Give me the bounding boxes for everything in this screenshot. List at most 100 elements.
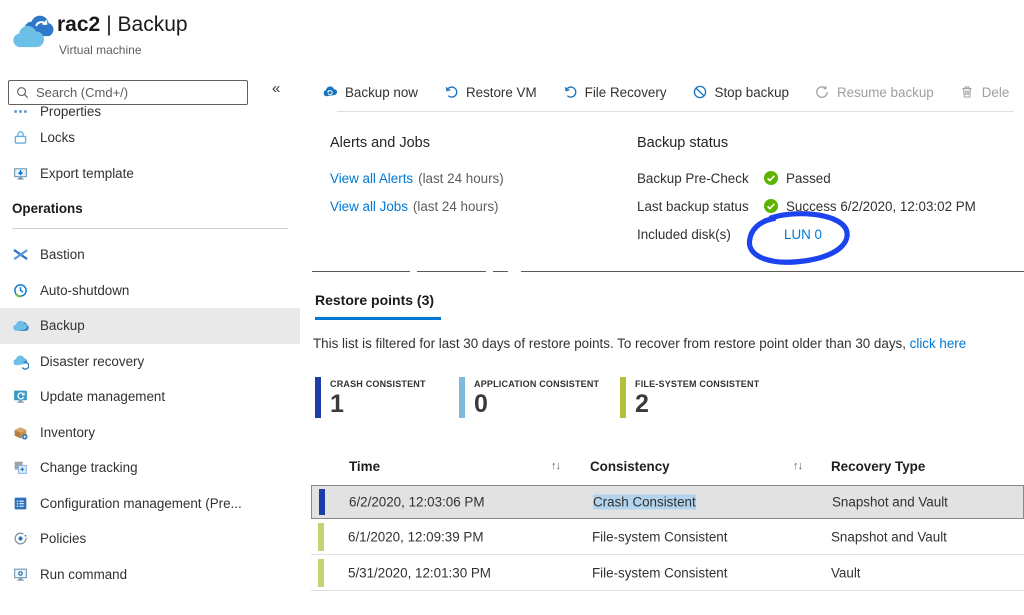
- status-value: Passed: [786, 171, 831, 186]
- sort-icon[interactable]: ↑↓: [551, 460, 560, 472]
- command-bar: Backup now Restore VM File Recovery Stop ba…: [322, 79, 1024, 105]
- view-all-alerts-link[interactable]: View all Alerts: [330, 171, 413, 186]
- tab-active-underline: [315, 317, 441, 320]
- sidebar-item-label: Disaster recovery: [40, 354, 144, 369]
- sidebar-item-bastion[interactable]: Bastion: [0, 237, 300, 273]
- sidebar-item-label: Configuration management (Pre...: [40, 496, 242, 511]
- status-label: Included disk(s): [637, 227, 763, 242]
- cell-time: 6/2/2020, 12:03:06 PM: [349, 495, 485, 510]
- toolbar-divider: [337, 111, 1014, 112]
- stat-tile-file-system-consistent: FILE-SYSTEM CONSISTENT2: [620, 377, 759, 419]
- sidebar-search: [8, 80, 248, 105]
- disaster-recovery-icon: [12, 353, 29, 370]
- section-divider: [312, 271, 410, 272]
- cell-time: 5/31/2020, 12:01:30 PM: [348, 566, 491, 581]
- stat-tile-application-consistent: APPLICATION CONSISTENT0: [459, 377, 599, 419]
- column-header-recovery-type[interactable]: Recovery Type: [831, 459, 925, 474]
- sidebar-item-configuration-management-pre[interactable]: Configuration management (Pre...: [0, 486, 300, 522]
- toolbar-button-label: Restore VM: [466, 85, 537, 100]
- tab-restore-points[interactable]: Restore points (3): [315, 292, 434, 308]
- sidebar-item-properties[interactable]: Properties: [0, 104, 300, 120]
- view-all-jobs-link[interactable]: View all Jobs: [330, 199, 408, 214]
- consistency-color-bar: [319, 489, 325, 515]
- sidebar-item-label: Locks: [40, 130, 75, 145]
- change-tracking-icon: [12, 459, 29, 476]
- table-header: Time ↑↓ Consistency ↑↓ Recovery Type: [311, 450, 1024, 483]
- stat-label: APPLICATION CONSISTENT: [474, 379, 599, 389]
- configuration-management-icon: [12, 495, 29, 512]
- policies-icon: [12, 530, 29, 547]
- alerts-row: View all Jobs (last 24 hours): [330, 196, 499, 216]
- filter-note-text: This list is filtered for last 30 days o…: [313, 336, 910, 351]
- link-suffix: (last 24 hours): [413, 199, 499, 214]
- inventory-icon: [12, 424, 29, 441]
- export-template-icon: [12, 165, 29, 182]
- sidebar: Properties Locks Export template Operation…: [0, 104, 300, 592]
- search-input[interactable]: [36, 85, 241, 100]
- bastion-icon: [12, 246, 29, 263]
- cell-recovery-type: Vault: [831, 566, 861, 581]
- azure-backup-page: rac2| Backup Virtual machine « Propertie…: [0, 0, 1024, 615]
- cell-consistency: Crash Consistent: [593, 495, 696, 510]
- restore-point-row[interactable]: 6/1/2020, 12:09:39 PM File-system Consist…: [311, 520, 1024, 555]
- lock-icon: [12, 129, 29, 146]
- sidebar-item-label: Auto-shutdown: [40, 283, 129, 298]
- restore-vm-button[interactable]: Restore VM: [443, 84, 537, 100]
- section-divider: [493, 271, 508, 272]
- backup-now-button[interactable]: Backup now: [322, 84, 418, 100]
- section-divider: [417, 271, 486, 272]
- restore-point-row[interactable]: 5/31/2020, 12:01:30 PMFile-system Consis…: [311, 556, 1024, 591]
- sidebar-item-change-tracking[interactable]: Change tracking: [0, 450, 300, 486]
- green-check-icon: [763, 170, 779, 186]
- sidebar-item-locks[interactable]: Locks: [0, 120, 300, 156]
- sidebar-item-label: Policies: [40, 531, 86, 546]
- sidebar-item-policies[interactable]: Policies: [0, 521, 300, 557]
- stat-value: 0: [474, 390, 599, 419]
- status-row-backup-pre-check: Backup Pre-Check Passed: [637, 168, 831, 188]
- sidebar-item-disaster-recovery[interactable]: Disaster recovery: [0, 344, 300, 380]
- toolbar-button-label: Stop backup: [715, 85, 789, 100]
- sidebar-item-export-template[interactable]: Export template: [0, 156, 300, 192]
- status-row-last-backup-status: Last backup statusSuccess 6/2/2020, 12:0…: [637, 196, 976, 216]
- stop-backup-button[interactable]: Stop backup: [692, 84, 789, 100]
- auto-shutdown-icon: [12, 282, 29, 299]
- file-recovery-button[interactable]: File Recovery: [562, 84, 667, 100]
- column-header-consistency[interactable]: Consistency: [590, 459, 670, 474]
- sidebar-item-backup[interactable]: Backup: [0, 308, 300, 344]
- column-header-time[interactable]: Time: [349, 459, 380, 474]
- click-here-link[interactable]: click here: [910, 336, 967, 351]
- blade-name: | Backup: [106, 13, 187, 36]
- file-recovery-icon: [562, 84, 578, 100]
- resume-backup-button[interactable]: Resume backup: [814, 84, 934, 100]
- filter-note: This list is filtered for last 30 days o…: [313, 336, 1024, 351]
- stat-color-bar: [459, 377, 465, 418]
- status-value: Success 6/2/2020, 12:03:02 PM: [786, 199, 976, 214]
- section-divider: [521, 271, 1024, 272]
- link-suffix: (last 24 hours): [418, 171, 504, 186]
- stat-tile-crash-consistent: CRASH CONSISTENT1: [315, 377, 426, 419]
- sidebar-item-label: Update management: [40, 389, 165, 404]
- toolbar-button-label: Resume backup: [837, 85, 934, 100]
- dele-button[interactable]: Dele: [959, 84, 1010, 100]
- sidebar-item-inventory[interactable]: Inventory: [0, 415, 300, 451]
- cell-consistency: File-system Consistent: [592, 530, 727, 545]
- selected-text-highlight: Crash Consistent: [593, 495, 696, 510]
- consistency-color-bar: [318, 523, 324, 551]
- backup-cloud-icon: [12, 317, 29, 334]
- sidebar-section-header: Operations: [0, 201, 300, 219]
- search-icon: [15, 85, 30, 100]
- status-label: Backup Pre-Check: [637, 171, 763, 186]
- sidebar-item-update-management[interactable]: Update management: [0, 379, 300, 415]
- stat-label: FILE-SYSTEM CONSISTENT: [635, 379, 759, 389]
- sort-icon[interactable]: ↑↓: [793, 460, 802, 472]
- sidebar-item-run-command[interactable]: Run command: [0, 557, 300, 593]
- restore-vm-icon: [443, 84, 459, 100]
- cell-recovery-type: Snapshot and Vault: [832, 495, 948, 510]
- restore-point-row[interactable]: 6/2/2020, 12:03:06 PM Crash Consistent Sna…: [311, 485, 1024, 519]
- sidebar-item-auto-shutdown[interactable]: Auto-shutdown: [0, 273, 300, 309]
- collapse-menu-button[interactable]: «: [272, 80, 280, 97]
- lun-0-link[interactable]: LUN 0: [784, 227, 822, 242]
- sidebar-item-properties-clipped[interactable]: Properties: [0, 104, 300, 120]
- cell-time: 6/1/2020, 12:09:39 PM: [348, 530, 484, 545]
- page-title: rac2| Backup: [57, 13, 188, 37]
